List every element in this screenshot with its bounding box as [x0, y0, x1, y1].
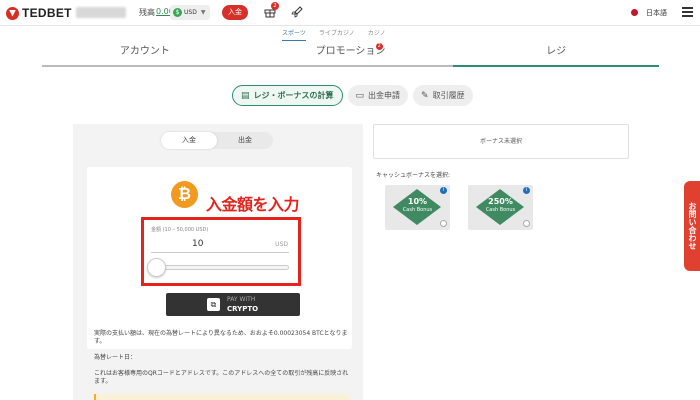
- withdraw-icon: ▭: [355, 90, 365, 101]
- japan-flag-icon: [631, 9, 638, 16]
- amount-field-label: 金額 (10 – 50,000 USD): [151, 227, 209, 233]
- bonus-status-box: ボーナス未選択: [373, 124, 629, 159]
- info-icon[interactable]: i: [523, 187, 530, 194]
- balance-label: 残高: [139, 8, 155, 17]
- tab-cashier-bonus-calc[interactable]: ▤ レジ・ボーナスの計算: [232, 85, 343, 106]
- bonus-percent: 250%: [488, 197, 513, 206]
- tab-label: 取引履歴: [432, 91, 465, 100]
- bonus-card-10[interactable]: 10% Cash Bonus i: [385, 185, 450, 230]
- subnav-item-casino[interactable]: カジノ: [368, 28, 386, 38]
- bonus-label-group: 10% Cash Bonus: [389, 197, 446, 218]
- top-bar: TEDBET 残高 0.00 $ USD ▼ 入金 2 日本語: [0, 0, 700, 26]
- toggle-withdraw[interactable]: 出金: [217, 132, 273, 149]
- qr-address-note: これはお客様専用のQRコードとアドレスです。このアドレスへの全ての取引が残高に反…: [94, 370, 349, 385]
- cashier-tabs: ▤ レジ・ボーナスの計算 ▭ 出金申請 ✎ 取引履歴: [232, 85, 473, 106]
- currency-selector[interactable]: $ USD ▼: [170, 5, 210, 20]
- input-underline: [151, 252, 289, 253]
- pay-with-crypto-button[interactable]: ⧉ PAY WITH CRYPTO: [166, 293, 300, 316]
- annotation-text: 入金額を入力: [206, 195, 300, 214]
- deposit-panel: 入金 出金 ₿ 入金額を入力 金額 (10 – 50,000 USD) 10 U…: [73, 124, 363, 400]
- chevron-down-icon: ▼: [200, 9, 206, 16]
- amount-input-area: 金額 (10 – 50,000 USD) 10 USD: [141, 217, 301, 286]
- tab-withdrawal-request[interactable]: ▭ 出金申請: [347, 85, 409, 106]
- promotion-badge: 2: [375, 43, 383, 50]
- hamburger-menu-icon[interactable]: [682, 7, 693, 17]
- slider-thumb[interactable]: [147, 258, 166, 277]
- amount-input[interactable]: 10: [192, 239, 203, 249]
- tab-label: レジ: [546, 46, 567, 57]
- currency-label: USD: [184, 9, 197, 16]
- bitcoin-icon: ₿: [171, 181, 198, 208]
- logo[interactable]: TEDBET: [6, 6, 72, 20]
- subnav-item-sports[interactable]: スポーツ: [282, 28, 306, 41]
- radio-button[interactable]: [523, 220, 530, 227]
- bonus-card-250[interactable]: 250% Cash Bonus i: [468, 185, 533, 230]
- deposit-withdraw-toggle: 入金 出金: [161, 132, 273, 149]
- radio-button[interactable]: [440, 220, 447, 227]
- info-icon[interactable]: i: [440, 187, 447, 194]
- pay-button-caption: PAY WITH: [227, 296, 256, 303]
- calculator-icon: ▤: [241, 90, 250, 101]
- crypto-wallet-icon: ⧉: [207, 298, 220, 311]
- bonus-label-group: 250% Cash Bonus: [472, 197, 529, 218]
- tab-cashier[interactable]: レジ: [453, 42, 660, 67]
- usd-icon: $: [173, 8, 182, 17]
- bonus-percent: 10%: [407, 197, 428, 206]
- contact-us-tab[interactable]: お問い合わせ: [684, 181, 700, 271]
- logo-icon: [6, 6, 19, 20]
- language-selector[interactable]: 日本語: [646, 8, 667, 18]
- username-redacted: [76, 7, 126, 18]
- amount-unit: USD: [275, 241, 288, 248]
- tab-label: レジ・ボーナスの計算: [253, 91, 334, 100]
- subnav-item-live-casino[interactable]: ライブカジノ: [319, 28, 355, 38]
- deposit-card: ₿ 入金額を入力 金額 (10 – 50,000 USD) 10 USD ⧉ P…: [87, 167, 352, 349]
- brand-name: TEDBET: [22, 6, 72, 20]
- tab-transaction-history[interactable]: ✎ 取引履歴: [413, 85, 473, 106]
- amount-slider[interactable]: [151, 265, 289, 270]
- exchange-rate-note: 為替レート日：: [94, 354, 137, 361]
- tab-label: プロモーション: [315, 46, 386, 57]
- sub-navigation: スポーツ ライブカジノ カジノ: [282, 28, 386, 41]
- deposit-button[interactable]: 入金: [222, 5, 248, 20]
- tab-account[interactable]: アカウント: [42, 42, 248, 67]
- warning-bar: [94, 394, 349, 400]
- gift-badge: 2: [271, 2, 279, 10]
- bonus-name: Cash Bonus: [402, 207, 433, 213]
- rocket-icon[interactable]: [291, 6, 303, 18]
- payment-note: 実際の支払い額は、現在の為替レートにより異なるため、おおよそ0.00023054…: [94, 330, 348, 345]
- account-tabs: アカウント プロモーション 2 レジ: [42, 42, 660, 67]
- tab-label: 出金申請: [368, 91, 401, 100]
- bonus-name: Cash Bonus: [485, 207, 516, 213]
- pay-button-label: CRYPTO: [227, 305, 259, 313]
- history-icon: ✎: [421, 90, 429, 101]
- toggle-deposit[interactable]: 入金: [161, 132, 217, 149]
- tab-promotion[interactable]: プロモーション 2: [247, 42, 454, 67]
- tab-label: アカウント: [119, 46, 170, 57]
- bonus-select-label: キャッシュボーナスを選択:: [376, 172, 451, 179]
